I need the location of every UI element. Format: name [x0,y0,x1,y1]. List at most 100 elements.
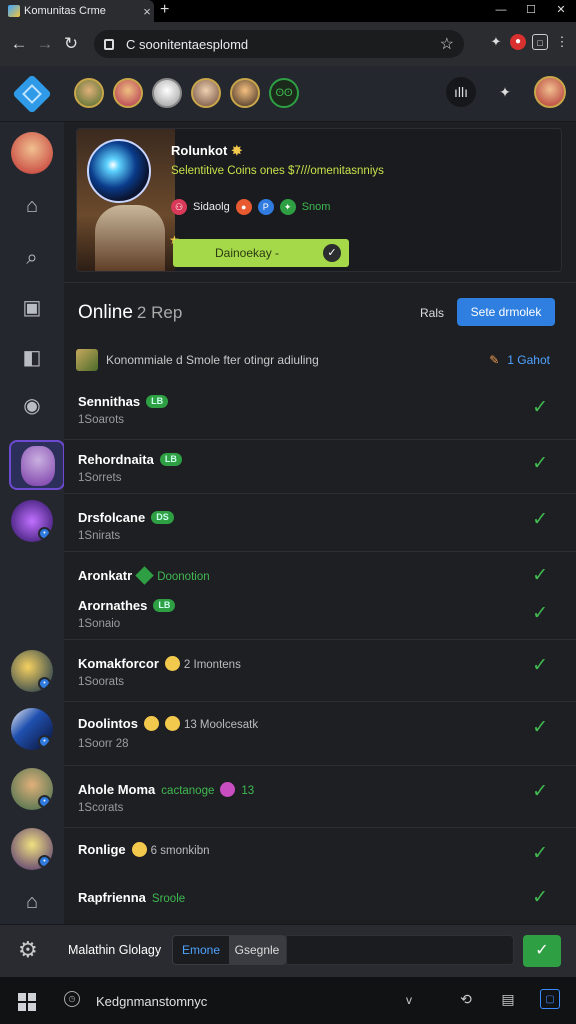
avatar[interactable] [74,78,104,108]
segment-option[interactable]: Gsegnle [229,936,285,964]
member-row[interactable]: Komakforcor 2 Imontens 1Soorats ✓ [64,640,576,702]
clock-icon[interactable]: ◷ [64,991,80,1007]
send-button[interactable]: ✓ [523,935,561,967]
fire-icon: ● [235,199,252,215]
window-switch-icon[interactable]: ▢ [540,989,560,1009]
check-icon: ✓ [323,244,341,262]
check-icon[interactable]: ✓ [532,780,548,803]
new-tab-button[interactable]: + [160,0,169,22]
star-icon: ✸ [231,143,243,158]
check-icon[interactable]: ✓ [532,716,548,739]
member-row[interactable]: Ahole Moma cactanoge 13 1Scorats ✓ [64,766,576,828]
notification-badge: • [38,527,51,540]
user-avatar[interactable] [534,76,566,108]
forward-arrow-icon[interactable]: → [32,34,58,54]
segment-option[interactable]: Emone [173,936,229,964]
extension-puzzle-icon[interactable]: ✦ [488,34,504,50]
extension-square-icon[interactable]: □ [532,34,548,50]
avatar[interactable] [113,78,143,108]
frame-icon[interactable]: ◧ [14,340,50,376]
server-avatar[interactable]: • [11,768,53,810]
channel-summary-row[interactable]: Konommiale d Smole fter otingr adiuling … [76,346,564,374]
member-row[interactable]: Aronkatr Doonotion ✓ [64,552,576,586]
emoji-icon [164,656,180,671]
message-input[interactable] [286,935,514,965]
taskbar-tray: ⟲ ▤ ▢ [456,989,560,1009]
notification-badge: • [38,855,51,868]
check-icon[interactable]: ✓ [532,452,548,475]
left-sidebar: ⌂ ⌕ ▣ ◧ ◉ • • • • • ⌂ [0,122,65,924]
extension-red-icon[interactable]: ● [510,34,526,50]
close-window-button[interactable]: ✕ [546,0,576,22]
tab-close-icon[interactable]: × [140,4,154,19]
search-icon[interactable]: ⌕ [14,240,50,276]
media-icon[interactable]: ▣ [14,290,50,326]
member-row[interactable]: Ronlige 6 smonkibn ✓ [64,828,576,876]
taskbar-search[interactable]: Kedgnmanstomnyc [96,994,207,1009]
check-icon[interactable]: ✓ [532,602,548,625]
member-row[interactable]: Rehordnaita LB 1Sorrets ✓ [64,440,576,494]
server-avatar[interactable]: • [11,708,53,750]
check-icon[interactable]: ✓ [532,886,548,909]
tag-label: Snom [301,201,331,213]
maximize-button[interactable]: ☐ [516,0,546,22]
avatar[interactable] [191,78,221,108]
address-bar[interactable]: C soonitentaesplomd ☆ [94,30,464,58]
avatar[interactable] [230,78,260,108]
share-icon[interactable]: ⟲ [456,989,476,1009]
header-actions: ıllı ✦ [446,76,566,108]
lock-icon [104,38,114,50]
back-arrow-icon[interactable]: ← [6,34,32,54]
app-logo[interactable] [0,66,64,122]
app-header: ʘʘ ıllı ✦ [0,66,576,122]
member-row[interactable]: Sennithas LB 1Soarots ✓ [64,380,576,440]
status-code-icon[interactable]: ʘʘ [269,78,299,108]
windows-start-icon[interactable] [18,993,36,1011]
avatar[interactable] [152,78,182,108]
status-pill: LB [146,395,169,408]
house-icon[interactable]: ⌂ [14,884,50,920]
check-icon[interactable]: ✓ [532,508,548,531]
rules-link[interactable]: Rals [420,306,444,320]
disc-icon[interactable]: ◉ [14,388,50,424]
server-avatar-selected[interactable] [9,440,65,490]
server-avatar[interactable] [11,132,53,174]
chevron-down-icon[interactable]: v [406,993,412,1007]
p-badge-icon: P [257,199,274,215]
top-avatar-strip: ʘʘ [74,78,299,108]
favicon-icon [8,5,20,17]
status-pill: LB [159,453,182,466]
notifications-icon[interactable]: ▤ [498,989,518,1009]
notification-badge: • [38,735,51,748]
sparkle-icon[interactable]: ✦ [490,77,520,107]
server-avatar[interactable]: • [11,500,53,542]
profile-action-button[interactable]: Dainoekay - ✓ [173,239,349,267]
bookmark-star-icon[interactable]: ☆ [440,34,454,54]
member-row[interactable]: Rapfrienna Sroole ✓ [64,876,576,924]
member-row[interactable]: Arornathes LB 1Sonaio ✓ [64,580,576,640]
server-avatar[interactable]: • [11,650,53,692]
browser-menu-icon[interactable]: ⋮ [554,34,570,50]
reload-icon[interactable]: ↻ [58,34,84,54]
primary-action-button[interactable]: Sete drmolek [457,298,555,326]
browser-tab[interactable]: Komunitas Crme × [0,0,154,22]
member-row[interactable]: Drsfolcane DS 1Snirats ✓ [64,494,576,552]
segmented-control: Emone Gsegnle [172,935,286,965]
extensions-area: ✦ ● □ ⋮ [488,34,570,50]
minimize-button[interactable]: — [486,0,516,22]
check-icon[interactable]: ✓ [532,654,548,677]
thumbnail-icon [76,349,98,371]
server-avatar[interactable]: • [11,828,53,870]
current-user-name: Malathin Glolagy [68,943,162,957]
pencil-icon[interactable]: ✎ [489,353,499,367]
profile-tags: ⚇ Sidaolg ● P ✦ Snom [171,199,330,215]
status-pill: LB [153,599,176,612]
member-row[interactable]: Doolintos 13 Moolcesatk 1Soorr 28 ✓ [64,702,576,766]
check-icon[interactable]: ✓ [532,396,548,419]
home-icon[interactable]: ⌂ [14,188,50,224]
check-icon[interactable]: ✓ [532,842,548,865]
gear-icon[interactable]: ⚙ [18,937,38,963]
voice-icon[interactable]: ıllı [446,77,476,107]
browser-tab-bar: Komunitas Crme × + — ☐ ✕ [0,0,576,22]
profile-subtitle: Selentitive Coins ones $7///omenitasnniy… [171,165,384,177]
